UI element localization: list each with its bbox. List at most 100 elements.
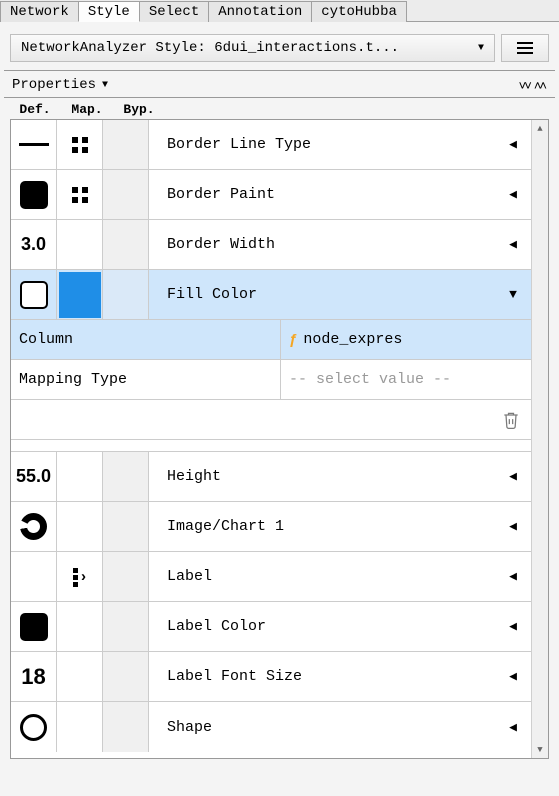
- style-menu-button[interactable]: [501, 34, 549, 62]
- white-square-swatch-icon: [20, 281, 48, 309]
- expander-shape[interactable]: ◀: [495, 702, 531, 752]
- properties-toggle[interactable]: Properties ▼: [12, 77, 108, 93]
- map-border-paint[interactable]: [57, 170, 103, 219]
- row-border-line-type[interactable]: Border Line Type ◀: [11, 120, 531, 170]
- map-shape[interactable]: [57, 702, 103, 752]
- tab-network[interactable]: Network: [0, 1, 79, 22]
- label-border-width: Border Width: [149, 220, 495, 269]
- row-label-font-size[interactable]: 18 Label Font Size ◀: [11, 652, 531, 702]
- def-label-font-size[interactable]: 18: [11, 652, 57, 701]
- expander-label-font-size[interactable]: ◀: [495, 652, 531, 701]
- column-key: Column: [11, 320, 281, 359]
- row-height[interactable]: 55.0 Height ◀: [11, 452, 531, 502]
- map-height[interactable]: [57, 452, 103, 501]
- scroll-up-icon[interactable]: ▲: [532, 120, 548, 137]
- label-label-color: Label Color: [149, 602, 495, 651]
- caret-down-icon: ▼: [478, 43, 484, 54]
- byp-label-font-size[interactable]: [103, 652, 149, 701]
- def-image-chart-1[interactable]: [11, 502, 57, 551]
- properties-grid: Border Line Type ◀ Border Paint ◀ 3.0 Bo…: [10, 119, 549, 759]
- style-dropdown[interactable]: NetworkAnalyzer Style: 6dui_interactions…: [10, 34, 495, 62]
- label-border-paint: Border Paint: [149, 170, 495, 219]
- style-panel: NetworkAnalyzer Style: 6dui_interactions…: [0, 22, 559, 759]
- expander-fill-color[interactable]: ▼: [495, 270, 531, 319]
- properties-title: Properties: [12, 77, 96, 93]
- column-value-cell[interactable]: ƒ node_expres: [281, 331, 531, 348]
- label-border-line-type: Border Line Type: [149, 120, 495, 169]
- circle-swatch-icon: [20, 714, 47, 741]
- byp-label[interactable]: [103, 552, 149, 601]
- map-label[interactable]: ›: [57, 552, 103, 601]
- expander-border-paint[interactable]: ◀: [495, 170, 531, 219]
- col-byp: Byp.: [118, 102, 160, 117]
- tab-style[interactable]: Style: [78, 1, 140, 22]
- col-map: Map.: [66, 102, 108, 117]
- scroll-track[interactable]: [532, 137, 548, 741]
- expander-border-width[interactable]: ◀: [495, 220, 531, 269]
- expand-all-icon[interactable]: ˄˄: [534, 78, 545, 93]
- def-border-paint[interactable]: [11, 170, 57, 219]
- top-tabbar: Network Style Select Annotation cytoHubb…: [0, 0, 559, 22]
- spacer: [11, 440, 531, 452]
- mapping-type-value-cell[interactable]: -- select value --: [281, 371, 531, 388]
- trash-icon[interactable]: [501, 409, 521, 431]
- def-border-width[interactable]: 3.0: [11, 220, 57, 269]
- row-border-paint[interactable]: Border Paint ◀: [11, 170, 531, 220]
- scroll-down-icon[interactable]: ▼: [532, 741, 548, 758]
- byp-border-line-type[interactable]: [103, 120, 149, 169]
- row-shape[interactable]: Shape ◀: [11, 702, 531, 752]
- fill-color-column-row[interactable]: Column ƒ node_expres: [11, 320, 531, 360]
- label-label: Label: [149, 552, 495, 601]
- byp-height[interactable]: [103, 452, 149, 501]
- delete-mapping-row: [11, 400, 531, 440]
- row-label-color[interactable]: Label Color ◀: [11, 602, 531, 652]
- label-image-chart-1: Image/Chart 1: [149, 502, 495, 551]
- vertical-scrollbar[interactable]: ▲ ▼: [531, 120, 548, 758]
- byp-shape[interactable]: [103, 702, 149, 752]
- expander-label-color[interactable]: ◀: [495, 602, 531, 651]
- def-border-line-type[interactable]: [11, 120, 57, 169]
- byp-border-width[interactable]: [103, 220, 149, 269]
- def-fill-color[interactable]: [11, 270, 57, 319]
- row-fill-color[interactable]: Fill Color ▼: [11, 270, 531, 320]
- map-fill-color[interactable]: [57, 270, 103, 319]
- byp-fill-color[interactable]: [103, 270, 149, 319]
- passthrough-mapping-icon: ›: [73, 568, 86, 586]
- mapping-type-row[interactable]: Mapping Type -- select value --: [11, 360, 531, 400]
- map-label-font-size[interactable]: [57, 652, 103, 701]
- map-image-chart-1[interactable]: [57, 502, 103, 551]
- style-dropdown-label: NetworkAnalyzer Style: 6dui_interactions…: [21, 40, 399, 56]
- line-swatch-icon: [19, 143, 49, 146]
- def-height[interactable]: 55.0: [11, 452, 57, 501]
- collapse-all-icon[interactable]: ˅˅: [519, 78, 530, 93]
- tab-annotation[interactable]: Annotation: [208, 1, 312, 22]
- donut-chart-icon: [20, 513, 47, 540]
- map-border-line-type[interactable]: [57, 120, 103, 169]
- label-fill-color: Fill Color: [149, 270, 495, 319]
- def-shape[interactable]: [11, 702, 57, 752]
- row-label[interactable]: › Label ◀: [11, 552, 531, 602]
- black-square-swatch-icon: [20, 181, 48, 209]
- def-label-color[interactable]: [11, 602, 57, 651]
- def-label[interactable]: [11, 552, 57, 601]
- map-border-width[interactable]: [57, 220, 103, 269]
- byp-border-paint[interactable]: [103, 170, 149, 219]
- properties-header: Properties ▼ ˅˅ ˄˄: [4, 70, 555, 98]
- label-label-font-size: Label Font Size: [149, 652, 495, 701]
- label-shape: Shape: [149, 702, 495, 752]
- expander-image-chart-1[interactable]: ◀: [495, 502, 531, 551]
- expander-label[interactable]: ◀: [495, 552, 531, 601]
- byp-image-chart-1[interactable]: [103, 502, 149, 551]
- blue-swatch-icon: [59, 272, 101, 318]
- tab-cytohubba[interactable]: cytoHubba: [311, 1, 407, 22]
- expander-border-line-type[interactable]: ◀: [495, 120, 531, 169]
- expander-height[interactable]: ◀: [495, 452, 531, 501]
- column-value: node_expres: [303, 331, 402, 348]
- row-border-width[interactable]: 3.0 Border Width ◀: [11, 220, 531, 270]
- row-image-chart-1[interactable]: Image/Chart 1 ◀: [11, 502, 531, 552]
- function-icon: ƒ: [289, 331, 297, 348]
- tab-select[interactable]: Select: [139, 1, 209, 22]
- fill-color-detail: Column ƒ node_expres Mapping Type -- sel…: [11, 320, 531, 400]
- byp-label-color[interactable]: [103, 602, 149, 651]
- map-label-color[interactable]: [57, 602, 103, 651]
